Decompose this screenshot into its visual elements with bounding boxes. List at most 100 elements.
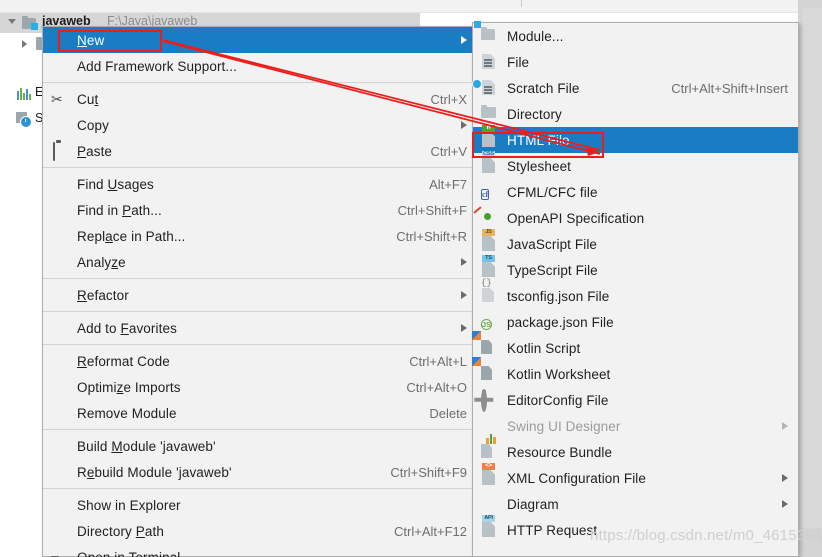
menu-separator — [43, 167, 477, 168]
menu-item-open-in-terminal-label: Open in Terminal — [77, 549, 181, 557]
chevron-right-icon — [782, 500, 788, 508]
kotlin-icon — [472, 331, 499, 356]
menu-item-open-in-terminal[interactable]: >_ Open in Terminal — [43, 544, 477, 557]
submenu-item-swing-ui-designer-label: Swing UI Designer — [507, 418, 621, 434]
scissors-icon: ✂ — [51, 91, 63, 107]
submenu-item-openapi-specification[interactable]: OpenAPI Specification — [473, 205, 798, 231]
menu-separator — [43, 82, 477, 83]
menu-separator — [43, 311, 477, 312]
chevron-right-icon — [461, 258, 467, 266]
screenshot-root: javaweb F:\Java\javaweb E S wh rl+ Ctr 3… — [0, 0, 822, 557]
menu-item-remove-module[interactable]: Remove Module Delete — [43, 400, 477, 426]
submenu-item-package-json-file[interactable]: JS package.json File — [473, 309, 798, 335]
menu-item-find-in-path[interactable]: Find in Path... Ctrl+Shift+F — [43, 197, 477, 223]
submenu-item-kotlin-worksheet[interactable]: Kotlin Worksheet — [472, 357, 798, 387]
menu-item-remove-module-shortcut: Delete — [429, 405, 467, 421]
menu-item-copy-label: Copy — [77, 117, 109, 133]
submenu-item-tsconfig-json-file[interactable]: {} tsconfig.json File — [473, 279, 798, 309]
database-bars-icon — [16, 86, 32, 100]
menu-item-optimize-imports-shortcut: Ctrl+Alt+O — [406, 379, 467, 395]
menu-item-replace-in-path[interactable]: Replace in Path... Ctrl+Shift+R — [43, 223, 477, 249]
css-file-icon: CSS — [481, 151, 499, 174]
menu-item-new[interactable]: New — [43, 27, 477, 53]
menu-item-build-module[interactable]: Build Module 'javaweb' — [43, 433, 477, 459]
submenu-item-file[interactable]: File — [473, 49, 798, 75]
submenu-item-diagram[interactable]: Diagram — [473, 491, 798, 517]
http-request-icon: API — [481, 515, 499, 538]
submenu-item-stylesheet[interactable]: CSS Stylesheet — [473, 151, 798, 179]
menu-item-paste-label: Paste — [77, 143, 113, 159]
xml-file-icon: <> — [481, 463, 499, 486]
right-edge-scrollbar[interactable] — [802, 8, 822, 528]
submenu-item-cfml-cfc-file[interactable]: cf CFML/CFC file — [473, 179, 798, 205]
menu-item-analyze-label: Analyze — [77, 254, 126, 270]
submenu-item-html-file-label: HTML File — [507, 132, 570, 148]
submenu-item-diagram-label: Diagram — [507, 496, 559, 512]
tree-expand-arrow-child[interactable] — [22, 40, 27, 48]
menu-item-find-in-path-shortcut: Ctrl+Shift+F — [397, 202, 467, 218]
chevron-right-icon — [782, 474, 788, 482]
menu-item-add-to-favorites[interactable]: Add to Favorites — [43, 315, 477, 341]
menu-item-directory-path-shortcut: Ctrl+Alt+F12 — [394, 523, 467, 539]
submenu-item-http-request-label: HTTP Request — [507, 522, 598, 538]
submenu-item-xml-configuration-file[interactable]: <> XML Configuration File — [473, 463, 798, 491]
clipboard-icon — [51, 142, 69, 161]
module-icon — [474, 21, 499, 44]
menu-item-reformat-code-label: Reformat Code — [77, 353, 170, 369]
menu-item-refactor[interactable]: Refactor — [43, 282, 477, 308]
module-icon — [22, 16, 38, 30]
submenu-item-module[interactable]: Module... — [473, 21, 798, 49]
submenu-item-directory-label: Directory — [507, 106, 562, 122]
menu-item-paste[interactable]: Paste Ctrl+V — [43, 138, 477, 164]
menu-item-cut[interactable]: ✂ Cut Ctrl+X — [43, 86, 477, 112]
menu-item-directory-path[interactable]: Directory Path Ctrl+Alt+F12 — [43, 518, 477, 544]
menu-item-cut-label: Cut — [77, 91, 99, 107]
submenu-item-directory[interactable]: Directory — [473, 101, 798, 127]
menu-item-reformat-code[interactable]: Reformat Code Ctrl+Alt+L — [43, 348, 477, 374]
scratch-file-icon — [472, 79, 499, 96]
submenu-item-typescript-file[interactable]: TS TypeScript File — [473, 255, 798, 283]
submenu-item-scratch-file-shortcut: Ctrl+Alt+Shift+Insert — [671, 80, 788, 96]
menu-separator — [43, 278, 477, 279]
tree-expand-arrow-root[interactable] — [8, 19, 16, 24]
submenu-item-xml-configuration-file-label: XML Configuration File — [507, 470, 647, 486]
menu-item-remove-module-label: Remove Module — [77, 405, 177, 421]
package-json-icon: JS — [481, 319, 493, 330]
submenu-item-resource-bundle[interactable]: Resource Bundle — [473, 434, 798, 465]
menu-item-replace-in-path-shortcut: Ctrl+Shift+R — [396, 228, 467, 244]
menu-item-paste-shortcut: Ctrl+V — [430, 143, 467, 159]
submenu-item-tsconfig-json-file-label: tsconfig.json File — [507, 288, 610, 304]
submenu-item-stylesheet-label: Stylesheet — [507, 158, 572, 174]
menu-item-add-framework-support-label: Add Framework Support... — [77, 58, 237, 74]
cfml-file-icon: cf — [481, 189, 490, 200]
menu-item-rebuild-module[interactable]: Rebuild Module 'javaweb' Ctrl+Shift+F9 — [43, 459, 477, 485]
submenu-item-scratch-file[interactable]: Scratch File Ctrl+Alt+Shift+Insert — [472, 75, 798, 101]
submenu-item-scratch-file-label: Scratch File — [507, 80, 580, 96]
menu-item-show-in-explorer[interactable]: Show in Explorer — [43, 492, 477, 518]
menu-item-find-usages-label: Find Usages — [77, 176, 154, 192]
submenu-item-editorconfig-file[interactable]: EditorConfig File — [473, 387, 798, 413]
submenu-item-kotlin-worksheet-label: Kotlin Worksheet — [507, 366, 611, 382]
kotlin-icon — [472, 357, 499, 382]
menu-item-optimize-imports-label: Optimize Imports — [77, 379, 181, 395]
menu-item-show-in-explorer-label: Show in Explorer — [77, 497, 181, 513]
submenu-item-javascript-file[interactable]: JS JavaScript File — [473, 229, 798, 257]
menu-item-add-framework-support[interactable]: Add Framework Support... — [43, 53, 477, 79]
menu-item-analyze[interactable]: Analyze — [43, 249, 477, 275]
menu-item-find-in-path-label: Find in Path... — [77, 202, 162, 218]
menu-item-copy[interactable]: Copy — [43, 112, 477, 138]
menu-item-find-usages[interactable]: Find Usages Alt+F7 — [43, 171, 477, 197]
submenu-item-html-file[interactable]: H HTML File — [473, 125, 798, 153]
submenu-item-kotlin-script[interactable]: Kotlin Script — [472, 331, 798, 361]
chevron-right-icon — [782, 422, 788, 430]
menu-item-build-module-label: Build Module 'javaweb' — [77, 438, 216, 454]
menu-item-refactor-label: Refactor — [77, 287, 129, 303]
terminal-icon: >_ — [51, 549, 69, 557]
header-divider-tick — [521, 0, 522, 7]
menu-item-replace-in-path-label: Replace in Path... — [77, 228, 186, 244]
project-context-menu[interactable]: New Add Framework Support... ✂ Cut Ctrl+X Cop… — [42, 26, 478, 557]
menu-item-optimize-imports[interactable]: Optimize Imports Ctrl+Alt+O — [43, 374, 477, 400]
submenu-item-module-label: Module... — [507, 28, 564, 44]
submenu-item-cfml-cfc-file-label: CFML/CFC file — [507, 184, 598, 200]
new-submenu[interactable]: Module... File Scratch File Ctrl+Alt+Shift+… — [472, 21, 799, 557]
